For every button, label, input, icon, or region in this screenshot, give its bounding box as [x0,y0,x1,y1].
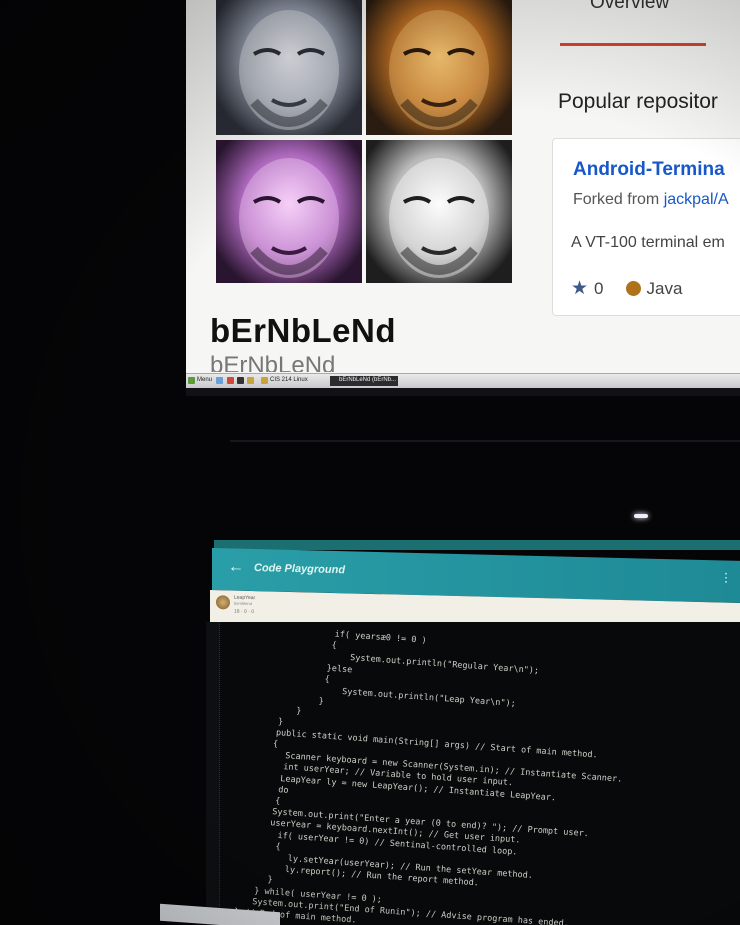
folder-icon[interactable] [247,377,254,384]
repo-language: Java [646,278,683,298]
repo-card: Android-Termina Forked from jackpal/A A … [552,138,740,316]
tab-overview[interactable]: Overview [590,0,669,14]
repo-forked-from: Forked from jackpal/A [573,191,729,209]
popular-repositories-heading: Popular repositor [558,90,718,113]
taskbar-active-window[interactable]: bErNbLeNd (bErNb... [330,376,398,386]
avatar-tile-gray [366,140,512,283]
profile-username: bErNbLeNd [210,352,336,372]
github-profile-page: bErNbLeNd bErNbLeNd Overview Popular rep… [186,0,740,372]
face-illustration-icon [239,158,339,278]
file-author[interactable]: bernblend [234,601,252,606]
avatar-tile-blue [216,0,362,135]
files-icon[interactable] [216,377,223,384]
power-led [634,514,648,518]
taskbar-active-window-label: bErNbLeNd (bErNb... [339,377,397,383]
avatar-tile-orange [366,0,512,135]
star-icon: ★ [571,278,589,299]
tab-active-indicator [560,43,706,46]
back-arrow-icon[interactable]: ← [228,558,244,576]
profile-display-name: bErNbLeNd [210,312,396,349]
more-options-icon[interactable]: ⋮ [720,570,732,584]
forked-from-label: Forked from [573,191,664,208]
monitor-bezel [186,388,740,396]
file-stats: 18 · 0 · 0 [234,608,255,616]
code-editor[interactable]: if( yearsæ0 != 0 ) { System.out.println(… [206,622,740,925]
menu-icon[interactable] [188,377,195,384]
laptop-screen: ← Code Playground ⋮ LeapYear bernblend 1… [206,540,740,925]
os-taskbar: Menu CIS 214 Linux bErNbLeNd (bErNb... [186,373,740,388]
face-illustration-icon [389,158,489,278]
taskbar-folder-label[interactable]: CIS 214 Linux [270,377,308,383]
face-illustration-icon [389,10,489,130]
code-line: } [262,715,284,727]
repo-name-link[interactable]: Android-Termina [573,159,725,181]
status-bar [214,540,740,550]
repo-star-count[interactable]: 0 [594,279,603,299]
forked-from-link[interactable]: jackpal/A [664,191,729,208]
repo-description: A VT-100 terminal em [571,234,725,251]
taskbar-menu-label[interactable]: Menu [197,377,212,383]
avatar-tile-purple [216,140,362,283]
browser-icon[interactable] [227,377,234,384]
folder-icon[interactable] [261,377,268,384]
code-text[interactable]: if( yearsæ0 != 0 ) { System.out.println(… [206,622,740,925]
desktop-monitor-screen: bErNbLeNd bErNbLeNd Overview Popular rep… [186,0,740,388]
profile-avatar[interactable] [216,0,518,290]
desk-edge [230,440,740,442]
repo-meta: ★ 0 Java [571,277,682,300]
language-color-icon [625,281,641,296]
terminal-icon[interactable] [237,377,244,384]
app-title: Code Playground [254,562,346,577]
author-avatar[interactable] [216,595,230,610]
face-illustration-icon [239,10,339,130]
